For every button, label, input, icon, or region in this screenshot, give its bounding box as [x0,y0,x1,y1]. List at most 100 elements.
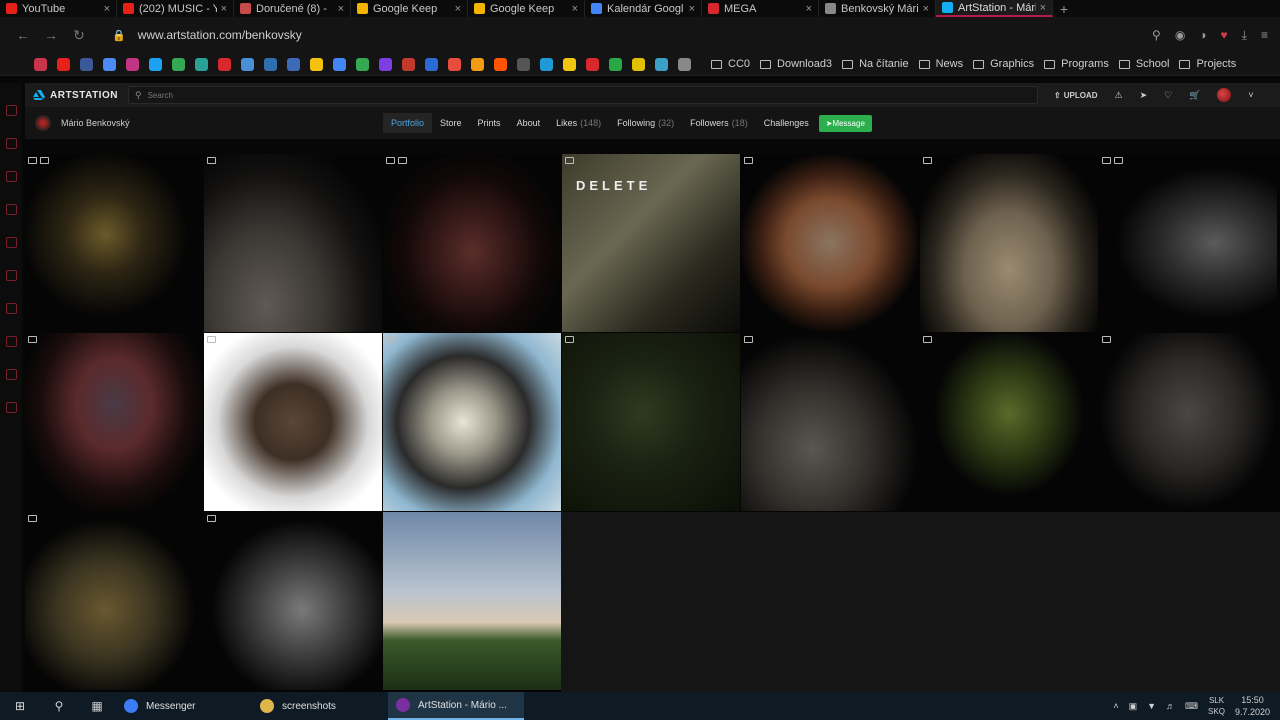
chevron-down-icon[interactable]: ˅ [1248,90,1253,100]
sidebar-bag-icon[interactable] [5,204,17,215]
profile-tab-challenges[interactable]: Challenges [756,113,817,133]
bookmark-icon[interactable] [425,57,438,71]
taskbar-app-1[interactable]: screenshots [252,692,388,720]
browser-tab[interactable]: (202) MUSIC - Y × [117,0,234,17]
bookmark-icon[interactable] [540,57,553,71]
tab-close-icon[interactable]: × [1040,2,1046,14]
portfolio-thumbnail-robot-in-field[interactable] [383,512,561,690]
bookmark-folder[interactable]: Download3 [760,58,832,70]
bookmark-icon[interactable] [310,57,323,71]
taskbar-app-0[interactable]: Messenger [116,692,252,720]
profile-name[interactable]: Mário Benkovský [61,118,130,128]
bookmark-icon[interactable] [678,57,691,71]
search-page-icon[interactable]: ⚲ [1152,28,1161,42]
bookmark-icon[interactable] [586,57,599,71]
portfolio-thumbnail-robot-armor-parts[interactable] [204,333,382,511]
profile-tab-likes[interactable]: Likes (148) [548,113,609,133]
browser-tab[interactable]: Kalendár Googl × [585,0,702,17]
profile-tab-store[interactable]: Store [432,113,470,133]
reload-icon[interactable]: ↻ [68,24,90,46]
portfolio-thumbnail-ornate-compass[interactable] [741,154,919,332]
profile-tab-about[interactable]: About [509,113,549,133]
send-icon[interactable]: ➤ [1140,90,1148,101]
bookmark-icon[interactable] [264,57,277,71]
bookmark-icon[interactable] [218,57,231,71]
browser-tab[interactable]: Benkovský Mári × [819,0,936,17]
bell-icon[interactable]: ⚠ [1114,90,1122,101]
heart-icon[interactable]: ♥ [1221,28,1228,42]
bookmark-icon[interactable] [241,57,254,71]
portfolio-thumbnail-stone-ruins[interactable] [920,154,1098,332]
browser-tab[interactable]: Google Keep × [351,0,468,17]
bookmark-icon[interactable] [195,57,208,71]
sidebar-heart-icon[interactable] [5,270,17,281]
bookmark-folder[interactable]: School [1118,58,1169,70]
menu-icon[interactable]: ≡ [1261,28,1268,42]
bookmark-icon[interactable] [149,57,162,71]
sidebar-clock-icon[interactable] [5,303,17,314]
bookmark-icon[interactable] [356,57,369,71]
task-view-icon[interactable]: ▦ [78,692,116,720]
portfolio-thumbnail-chain-tentacle[interactable] [562,333,740,511]
volume-icon[interactable]: ♬ [1166,701,1175,711]
portfolio-thumbnail-horned-mask[interactable] [383,154,561,332]
portfolio-thumbnail-mechanical-part[interactable] [1099,154,1277,332]
bookmark-icon[interactable] [563,57,576,71]
taskbar-app-2[interactable]: ArtStation - Mário ... [388,692,524,720]
sidebar-box-icon[interactable] [5,336,17,347]
portfolio-thumbnail-stone-ring-on-rock[interactable] [204,154,382,332]
bookmark-icon[interactable] [517,57,530,71]
message-button[interactable]: ➤ Message [818,114,872,132]
portfolio-thumbnail-rocket-missile[interactable] [920,333,1098,511]
language-indicator[interactable]: SLK SKQ [1208,695,1225,717]
bookmark-icon[interactable] [34,57,47,71]
search-input[interactable]: ⚲ Search [128,86,1038,104]
sidebar-settings-icon[interactable] [5,402,17,413]
user-avatar[interactable] [1217,88,1232,102]
profile-tab-prints[interactable]: Prints [470,113,509,133]
bookmark-icon[interactable] [172,57,185,71]
profile-tab-portfolio[interactable]: Portfolio [383,113,433,133]
browser-tab[interactable]: Doručené (8) - × [234,0,351,17]
bookmark-folder[interactable]: Na čítanie [842,58,909,70]
profile-tab-following[interactable]: Following (32) [609,113,682,133]
portfolio-thumbnail-mounted-gun[interactable] [741,333,919,511]
portfolio-thumbnail-steampunk-wagon[interactable] [1099,333,1277,511]
artstation-logo[interactable]: ARTSTATION [33,90,128,101]
tab-close-icon[interactable]: × [338,3,344,15]
bookmark-icon[interactable] [287,57,300,71]
portfolio-thumbnail-spaceship[interactable] [25,154,203,332]
tab-close-icon[interactable]: × [455,3,461,15]
bookmark-icon[interactable] [471,57,484,71]
bookmark-icon[interactable] [57,57,70,71]
keyboard-icon[interactable]: ⌨ [1185,701,1198,712]
bookmark-folder[interactable]: CC0 [711,58,750,70]
bookmark-icon[interactable] [80,57,93,71]
browser-tab[interactable]: MEGA × [702,0,819,17]
browser-tab[interactable]: YouTube × [0,0,117,17]
heart-outline-icon[interactable]: ♡ [1164,90,1172,101]
url-field[interactable]: 🔒 www.artstation.com/benkovsky [112,28,302,42]
sidebar-messenger-icon[interactable] [5,138,17,149]
network-icon[interactable]: ▣ [1129,701,1138,712]
portfolio-thumbnail-chain-pendant[interactable] [25,512,203,690]
profile-avatar[interactable] [35,115,51,131]
bookmark-icon[interactable] [103,57,116,71]
profile-tab-followers[interactable]: Followers (18) [682,113,756,133]
wifi-icon[interactable]: ▼ [1147,701,1156,711]
browser-tab[interactable]: Google Keep × [468,0,585,17]
url-text[interactable]: www.artstation.com/benkovsky [138,28,302,42]
windows-start-icon[interactable]: ⊞ [0,692,40,720]
forward-icon[interactable]: → [40,24,62,46]
back-icon[interactable]: ← [12,24,34,46]
bookmark-icon[interactable] [448,57,461,71]
portfolio-thumbnail-tribal-shield[interactable] [25,333,203,511]
tab-close-icon[interactable]: × [572,3,578,15]
tab-close-icon[interactable]: × [689,3,695,15]
sidebar-star-icon[interactable] [5,237,17,248]
bookmark-folder[interactable]: Projects [1179,58,1236,70]
download-icon[interactable]: ⤓ [1242,28,1247,43]
browser-tab[interactable]: ArtStation - Mári × [936,0,1053,17]
search-taskbar-icon[interactable]: ⚲ [40,692,78,720]
bookmark-folder[interactable]: Programs [1044,58,1109,70]
